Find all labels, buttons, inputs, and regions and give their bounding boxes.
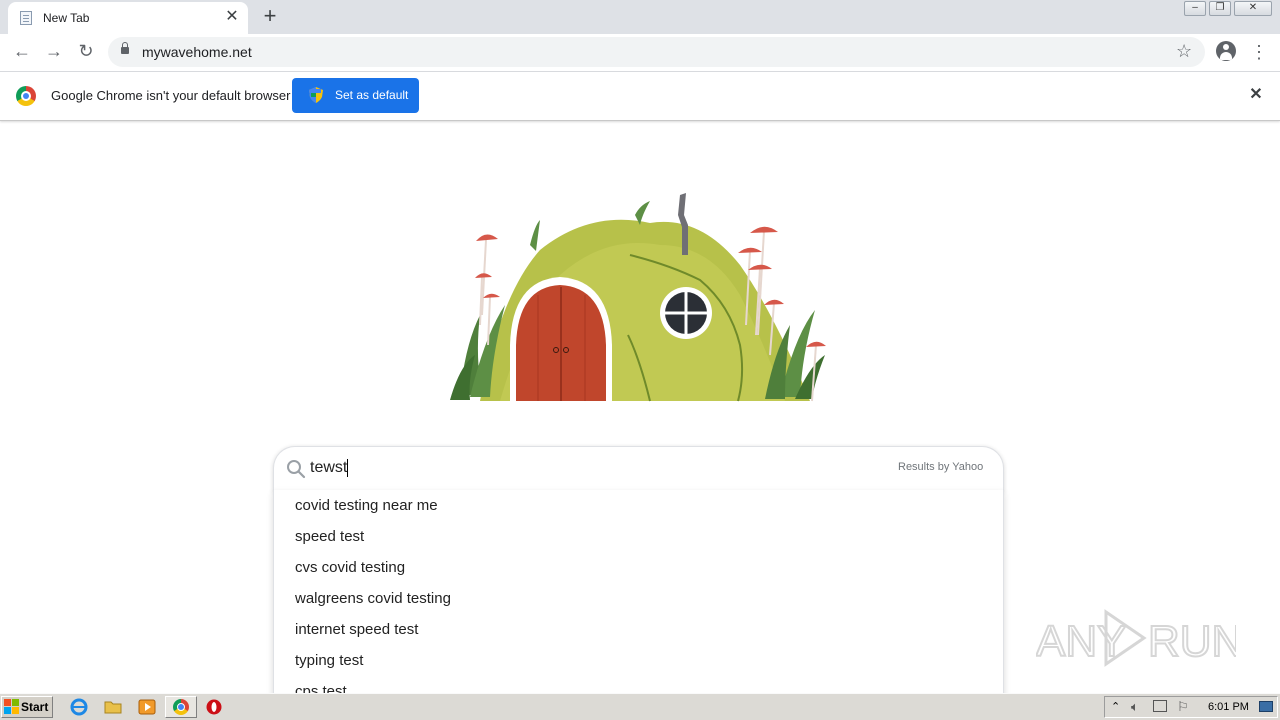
chrome-icon: [173, 699, 189, 715]
shield-icon: [309, 87, 323, 103]
search-box[interactable]: Results by Yahoo: [273, 446, 1004, 492]
title-bar: New Tab ✕ + ‒ ❐ ✕: [0, 0, 1280, 34]
set-as-default-button[interactable]: Set as default: [292, 78, 419, 113]
text-caret: [347, 459, 348, 477]
volume-icon[interactable]: 🔈︎: [1131, 699, 1139, 715]
opera-icon[interactable]: [205, 698, 223, 716]
search-input[interactable]: [310, 457, 870, 479]
suggestion-item[interactable]: walgreens covid testing: [295, 590, 451, 607]
default-browser-infobar: Google Chrome isn't your default browser…: [0, 72, 1280, 121]
more-vert-icon[interactable]: ⋮: [1250, 39, 1268, 65]
window-close-button[interactable]: ✕: [1234, 1, 1272, 16]
infobar-message: Google Chrome isn't your default browser: [51, 88, 291, 103]
system-tray: ⌃ 🔈︎ ⚐: [1104, 696, 1278, 718]
media-player-icon[interactable]: [138, 698, 156, 716]
taskbar-clock[interactable]: 6:01 PM: [1208, 701, 1249, 713]
chevron-up-icon[interactable]: ⌃: [1111, 700, 1120, 713]
profile-icon[interactable]: [1216, 41, 1236, 61]
address-bar[interactable]: mywavehome.net ☆: [108, 37, 1205, 67]
page-icon: [20, 11, 32, 25]
suggestions-dropdown: covid testing near me speed test cvs cov…: [273, 490, 1004, 720]
close-icon[interactable]: ✕: [223, 8, 241, 26]
suggestion-item[interactable]: covid testing near me: [295, 497, 438, 514]
restore-button[interactable]: ❐: [1209, 1, 1231, 16]
suggestion-item[interactable]: internet speed test: [295, 621, 418, 638]
url-text[interactable]: mywavehome.net: [142, 44, 252, 60]
windows-logo-icon: [4, 699, 19, 714]
search-icon[interactable]: [286, 459, 306, 479]
anyrun-watermark: ANY RUN: [1036, 609, 1236, 667]
chrome-taskbar-button[interactable]: [165, 696, 197, 718]
back-arrow-icon[interactable]: ←: [9, 38, 35, 64]
network-icon[interactable]: [1153, 700, 1167, 712]
lock-icon[interactable]: [121, 42, 129, 54]
show-desktop-icon[interactable]: [1259, 701, 1273, 712]
forward-arrow-icon[interactable]: →: [41, 38, 67, 64]
ie-icon[interactable]: [70, 698, 88, 716]
close-icon[interactable]: ✕: [1247, 86, 1265, 104]
start-label: Start: [21, 700, 49, 714]
suggestion-item[interactable]: typing test: [295, 652, 363, 669]
star-icon[interactable]: ☆: [1176, 41, 1192, 62]
start-button[interactable]: Start: [1, 696, 53, 718]
folder-icon[interactable]: [104, 698, 122, 716]
set-as-default-label: Set as default: [335, 88, 409, 102]
hill-house-illustration: [450, 193, 826, 402]
browser-toolbar: ← → ↻ mywavehome.net ☆ ⋮: [0, 34, 1280, 72]
watermark-right-text: RUN: [1148, 617, 1236, 666]
reload-icon[interactable]: ↻: [73, 38, 99, 64]
chrome-logo-icon: [16, 86, 36, 106]
new-tab-button[interactable]: +: [258, 5, 282, 29]
flag-icon[interactable]: ⚐: [1177, 699, 1189, 715]
tab-title: New Tab: [43, 11, 90, 25]
suggestion-item[interactable]: speed test: [295, 528, 364, 545]
suggestion-item[interactable]: cvs covid testing: [295, 559, 405, 576]
tab-new-tab[interactable]: New Tab ✕: [8, 2, 248, 34]
results-by-yahoo: Results by Yahoo: [898, 461, 984, 473]
minimize-button[interactable]: ‒: [1184, 1, 1206, 16]
taskbar: Start ⌃ 🔈︎ ⚐ 6:01 PM: [0, 693, 1280, 720]
